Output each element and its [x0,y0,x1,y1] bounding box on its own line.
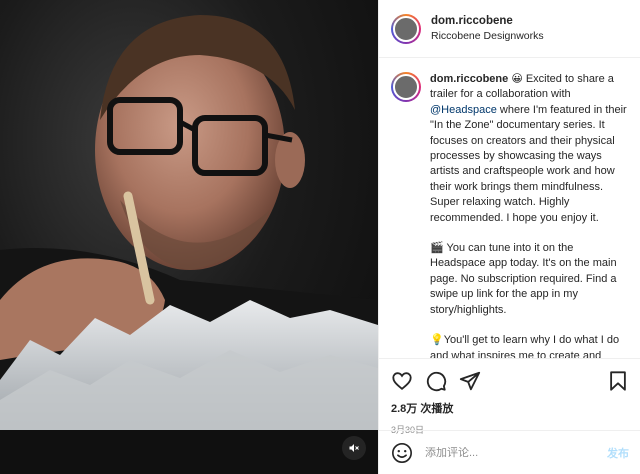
header-subtitle[interactable]: Riccobene Designworks [431,29,544,43]
post-header: dom.riccobene Riccobene Designworks [379,0,640,58]
caption-avatar[interactable] [391,72,421,102]
view-count[interactable]: 2.8万 次播放 [391,400,629,416]
heart-icon[interactable] [391,370,413,392]
caption-text: dom.riccobene 😀 Excited to share a trail… [430,72,627,358]
mute-button[interactable] [342,436,366,460]
muted-speaker-icon [349,444,359,452]
emoji-icon[interactable] [391,442,413,464]
share-icon[interactable] [459,370,481,392]
post-comment-button[interactable]: 发布 [607,445,629,461]
lightbulb-emoji-icon: 💡 [430,334,444,347]
comment-input[interactable] [425,446,607,459]
caption-paragraph-2: You can tune into it on the Headspace ap… [430,242,617,316]
mention-link[interactable]: @Headspace [430,104,497,116]
caption-username[interactable]: dom.riccobene [430,73,508,85]
video-frame-illustration [0,15,378,474]
avatar[interactable] [391,13,421,44]
clapper-emoji-icon: 🎬 [430,242,444,255]
comment-icon[interactable] [425,370,447,392]
caption-text-part2: where I'm featured in their "In the Zone… [430,103,627,224]
grin-emoji-icon: 😀 [511,73,523,85]
bookmark-icon[interactable] [607,370,629,392]
post-caption: dom.riccobene 😀 Excited to share a trail… [379,60,640,358]
post-actions: 2.8万 次播放 3月30日 [379,358,640,436]
header-username[interactable]: dom.riccobene [431,14,544,29]
post-video[interactable] [0,0,378,474]
caption-paragraph-3: You'll get to learn why I do what I do a… [430,334,620,358]
comment-bar: 发布 [379,430,640,474]
post-side-panel: dom.riccobene Riccobene Designworks dom.… [378,0,640,474]
